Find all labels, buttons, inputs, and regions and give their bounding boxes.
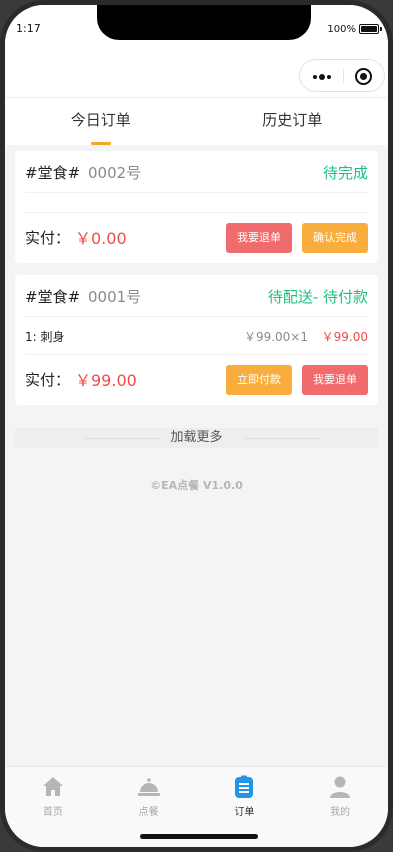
refund-button[interactable]: 我要退单 [226, 223, 292, 253]
more-icon[interactable] [313, 74, 333, 80]
battery-percent: 100% [327, 24, 356, 35]
tab-today-orders[interactable]: 今日订单 [5, 98, 197, 146]
load-more-divider-left [85, 438, 160, 439]
home-icon [42, 777, 63, 796]
order-type: #堂食# [25, 164, 81, 182]
device-notch [97, 5, 311, 40]
refund-button[interactable]: 我要退单 [302, 365, 368, 395]
order-items-empty [25, 193, 368, 213]
order-header: #堂食# 0002号 待完成 [25, 151, 368, 193]
tabbar-label: 点餐 [138, 807, 159, 818]
item-total: ￥99.00 [321, 330, 368, 344]
order-footer: 实付： ￥99.00 立即付款 我要退单 [25, 355, 368, 405]
order-tabs: 今日订单 历史订单 [5, 97, 388, 145]
tabbar-label: 我的 [330, 807, 351, 818]
tab-history-orders-label: 历史订单 [262, 111, 323, 129]
bottom-tab-bar: 首页 点餐 订单 我的 [5, 766, 388, 847]
paid-amount: ￥99.00 [75, 371, 137, 390]
load-more-divider-right [245, 438, 320, 439]
close-mini-program-icon[interactable] [355, 68, 372, 85]
order-header: #堂食# 0001号 待配送- 待付款 [25, 275, 368, 317]
nav-bar [5, 53, 388, 97]
order-status: 待完成 [322, 164, 368, 182]
active-tab-indicator [90, 142, 111, 145]
order-number: 0002号 [88, 164, 142, 182]
order-list-icon [235, 775, 254, 798]
paid-label: 实付： [25, 229, 71, 247]
order-footer: 实付： ￥0.00 我要退单 确认完成 [25, 213, 368, 263]
pay-now-button[interactable]: 立即付款 [226, 365, 292, 395]
order-type: #堂食# [25, 288, 81, 306]
tab-today-orders-label: 今日订单 [70, 111, 131, 129]
home-indicator [140, 834, 258, 839]
tab-history-orders[interactable]: 历史订单 [197, 98, 389, 146]
item-name: 1: 刺身 [25, 330, 65, 344]
battery-icon [359, 24, 382, 34]
item-unit-price-qty: ￥99.00×1 [243, 330, 308, 344]
tabbar-item-orders[interactable]: 订单 [197, 775, 293, 818]
confirm-complete-button[interactable]: 确认完成 [302, 223, 368, 253]
order-item-row: 1: 刺身 ￥99.00×1 ￥99.00 [25, 317, 368, 355]
tabbar-item-profile[interactable]: 我的 [292, 775, 388, 818]
order-number: 0001号 [88, 288, 142, 306]
person-icon [330, 776, 351, 798]
capsule-divider [343, 69, 344, 83]
order-card[interactable]: #堂食# 0002号 待完成 实付： ￥0.00 我要退单 确认完成 [15, 151, 378, 263]
load-more-label: 加载更多 [170, 430, 223, 445]
paid-amount: ￥0.00 [75, 229, 127, 248]
order-card[interactable]: #堂食# 0001号 待配送- 待付款 1: 刺身 ￥99.00×1 ￥99.0… [15, 275, 378, 405]
mini-program-capsule [299, 59, 385, 92]
status-time: 1:17 [16, 22, 41, 35]
load-more[interactable]: 加载更多 [15, 428, 378, 448]
tabbar-item-order-food[interactable]: 点餐 [101, 775, 197, 818]
dish-cover-icon [137, 778, 160, 796]
phone-screen: 1:17 100% 今日订单 历史订单 #堂食# 0002号 待完成 实付： ￥… [0, 0, 393, 852]
copyright-text: ©EA点餐 V1.0.0 [150, 479, 243, 492]
tabbar-label: 首页 [42, 807, 63, 818]
tabbar-label: 订单 [234, 807, 255, 818]
tabbar-item-home[interactable]: 首页 [5, 775, 101, 818]
order-status: 待配送- 待付款 [267, 288, 368, 306]
paid-label: 实付： [25, 371, 71, 389]
